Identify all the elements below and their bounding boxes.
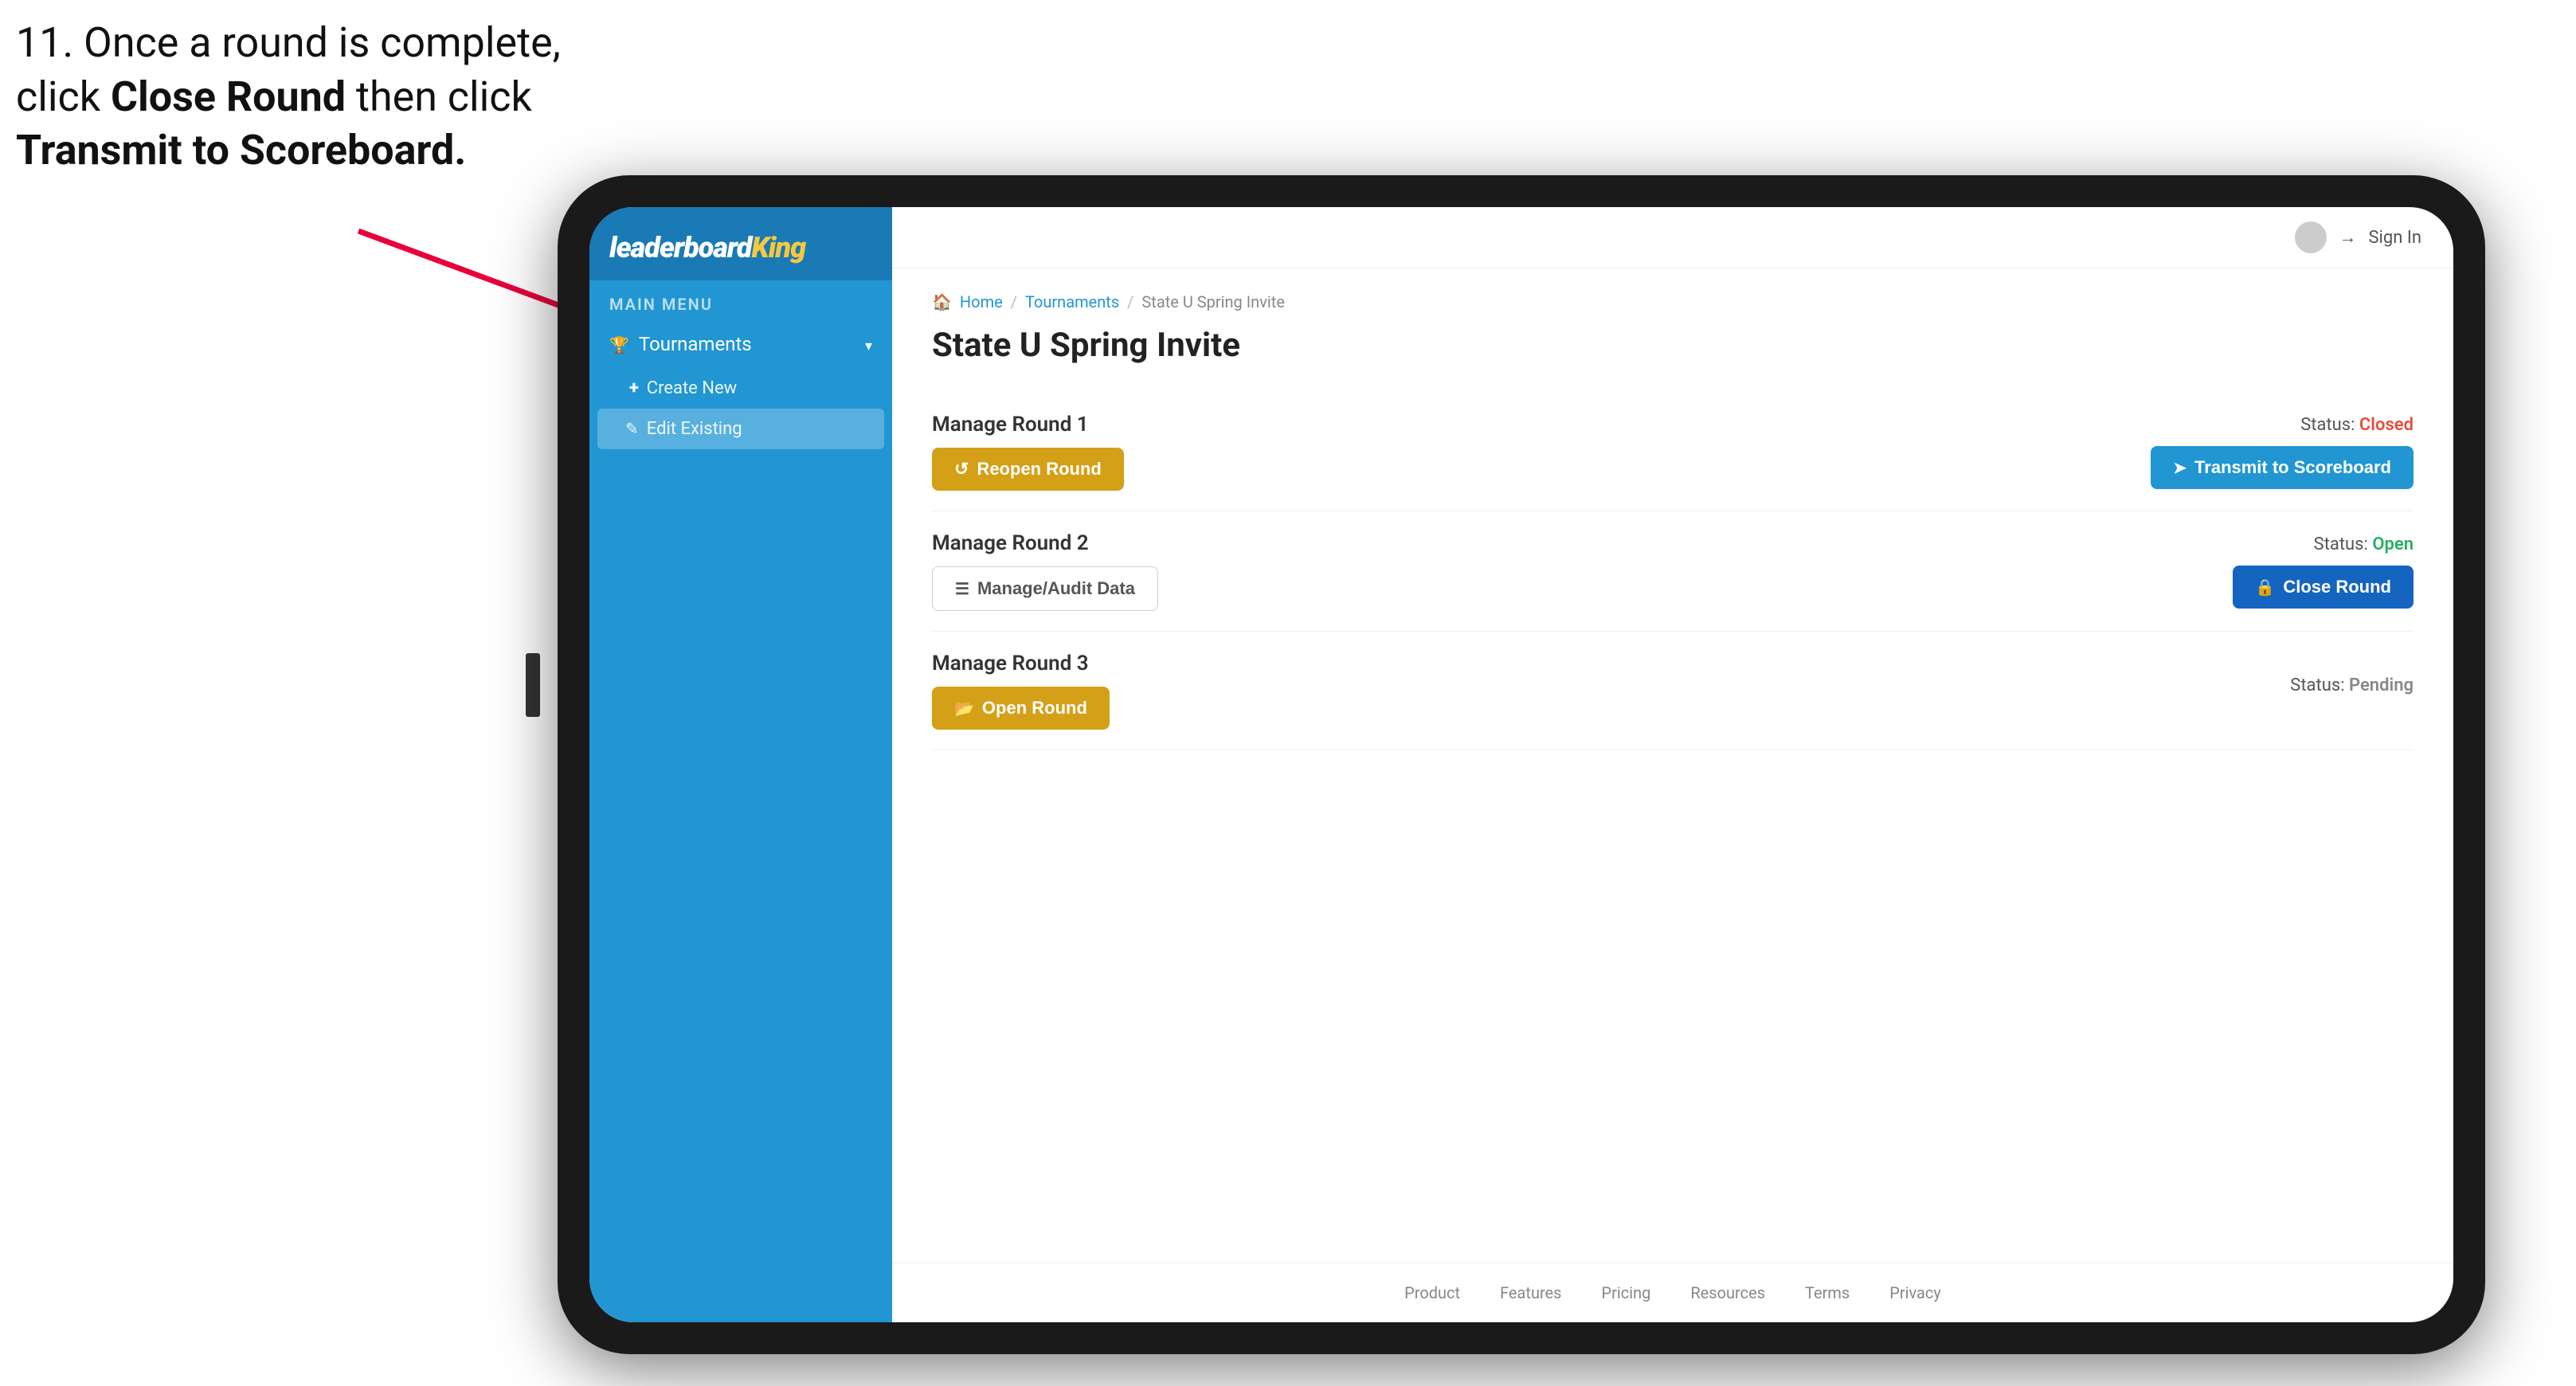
round-3-right: Status: Pending [2290,675,2414,707]
round-2-left: Manage Round 2 Manage/Audit Data [932,531,1158,611]
chevron-down-icon [865,333,872,355]
tablet-screen: leaderboardKing MAIN MENU Tournaments Cr… [589,207,2453,1322]
footer-pricing[interactable]: Pricing [1601,1283,1650,1302]
status-closed-badge: Closed [2359,415,2414,435]
sign-in-area[interactable]: Sign In [2295,221,2421,253]
round-3-left: Manage Round 3 Open Round [932,652,1110,730]
round-1-right: Status: Closed Transmit to Scoreboard [2151,415,2414,489]
signin-arrow-icon [2339,227,2356,248]
logo-king: King [751,231,805,264]
tablet-device: leaderboardKing MAIN MENU Tournaments Cr… [558,175,2485,1354]
trophy-icon [609,333,629,355]
page-title: State U Spring Invite [932,326,2414,365]
transmit-icon [2173,457,2186,478]
avatar-icon [2295,221,2327,253]
status-pending-badge: Pending [2349,675,2414,695]
round-3-status: Status: Pending [2290,675,2414,695]
breadcrumb-current: State U Spring Invite [1141,292,1285,311]
main-content: Sign In 🏠 Home / Tournaments / State U S… [892,207,2453,1322]
app-layout: leaderboardKing MAIN MENU Tournaments Cr… [589,207,2453,1322]
footer-resources[interactable]: Resources [1690,1283,1765,1302]
plus-icon [629,378,639,398]
round-1-left: Manage Round 1 Reopen Round [932,413,1124,491]
top-bar: Sign In [892,207,2453,268]
sign-in-label: Sign In [2368,228,2421,248]
footer-features[interactable]: Features [1500,1283,1561,1302]
app-logo: leaderboardKing [609,231,872,264]
round-2-status: Status: Open [2314,534,2414,554]
transmit-to-scoreboard-button[interactable]: Transmit to Scoreboard [2151,446,2414,489]
open-round-label: Open Round [982,698,1087,718]
round-3-title: Manage Round 3 [932,652,1110,675]
tournaments-label: Tournaments [639,333,752,355]
footer-terms[interactable]: Terms [1805,1283,1850,1302]
round-row-3: Manage Round 3 Open Round Status: Pendin… [932,632,2414,750]
sidebar-item-create-new[interactable]: Create New [589,368,892,409]
round-row-1: Manage Round 1 Reopen Round Status: Clos… [932,393,2414,511]
sidebar-item-edit-existing[interactable]: Edit Existing [597,409,884,449]
reopen-round-label: Reopen Round [977,459,1101,480]
instruction-text: 11. Once a round is complete, click Clos… [16,16,574,178]
sidebar: leaderboardKing MAIN MENU Tournaments Cr… [589,207,892,1322]
status-open-badge: Open [2372,534,2414,554]
manage-audit-label: Manage/Audit Data [977,578,1135,599]
footer-product[interactable]: Product [1404,1283,1460,1302]
reopen-round-button[interactable]: Reopen Round [932,448,1124,491]
sidebar-item-tournaments[interactable]: Tournaments [589,320,892,368]
footer-privacy[interactable]: Privacy [1889,1283,1941,1302]
tablet-side-button [526,653,540,717]
round-1-status: Status: Closed [2300,415,2414,435]
reopen-icon [954,459,969,480]
open-round-button[interactable]: Open Round [932,687,1110,730]
edit-existing-label: Edit Existing [647,419,742,439]
round-2-right: Status: Open Close Round [2233,534,2414,609]
transmit-scoreboard-label: Transmit to Scoreboard [2194,457,2391,478]
breadcrumb-home: 🏠 [932,292,952,311]
manage-audit-button[interactable]: Manage/Audit Data [932,566,1158,611]
create-new-label: Create New [647,378,737,398]
app-footer: Product Features Pricing Resources Terms… [892,1263,2453,1322]
breadcrumb-tournaments-link[interactable]: Tournaments [1025,292,1119,311]
close-round-button[interactable]: Close Round [2233,566,2414,609]
round-row-2: Manage Round 2 Manage/Audit Data Status:… [932,511,2414,632]
breadcrumb: 🏠 Home / Tournaments / State U Spring In… [932,292,2414,311]
logo-leaderboard: leaderboard [609,231,751,264]
content-area: 🏠 Home / Tournaments / State U Spring In… [892,268,2453,1263]
tournaments-item-left: Tournaments [609,333,752,355]
round-2-title: Manage Round 2 [932,531,1158,555]
close-round-icon [2255,577,2275,597]
round-1-title: Manage Round 1 [932,413,1124,437]
open-round-icon [954,698,974,718]
audit-icon [955,578,969,599]
close-round-label: Close Round [2283,577,2391,597]
main-menu-label: MAIN MENU [589,280,892,320]
logo-area: leaderboardKing [589,207,892,280]
breadcrumb-home-link[interactable]: Home [960,292,1003,311]
edit-icon [625,419,639,439]
